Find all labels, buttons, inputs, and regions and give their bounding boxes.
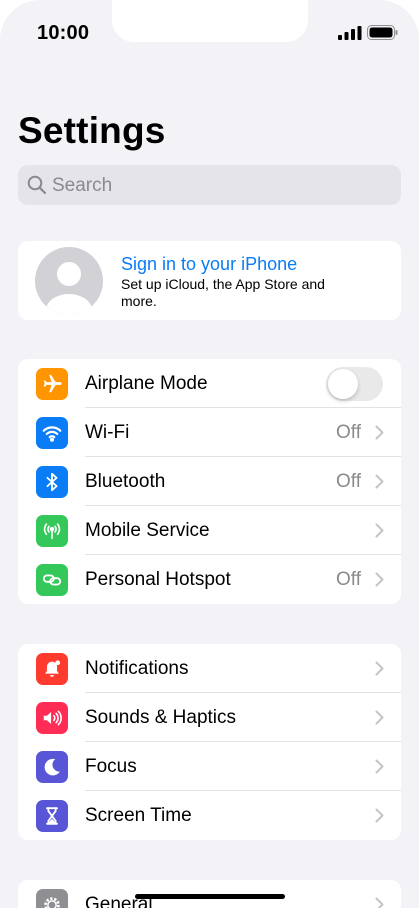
settings-screen: 10:00 Settings Search Sign in to your iP… <box>0 0 419 908</box>
home-indicator <box>135 894 285 899</box>
chevron-right-icon <box>375 661 384 676</box>
hourglass-icon <box>36 800 68 832</box>
avatar <box>35 247 103 315</box>
row-label: Sounds & Haptics <box>85 707 237 728</box>
settings-row-screen-time[interactable]: Screen Time <box>18 791 401 840</box>
notch <box>112 0 308 42</box>
settings-row-personal-hotspot[interactable]: Personal Hotspot Off <box>18 555 401 604</box>
row-value: Off <box>336 422 361 443</box>
settings-row-mobile-service[interactable]: Mobile Service <box>18 506 401 555</box>
row-value: Off <box>336 471 361 492</box>
search-icon <box>27 175 47 195</box>
settings-row-wifi[interactable]: Wi-Fi Off <box>18 408 401 457</box>
moon-icon <box>36 751 68 783</box>
speaker-icon <box>36 702 68 734</box>
row-value: Off <box>336 569 361 590</box>
toggle-knob <box>328 369 358 399</box>
row-label: Personal Hotspot <box>85 569 231 590</box>
connectivity-group: Airplane Mode Wi-Fi Off Bluetooth Off Mo… <box>18 359 401 604</box>
search-field[interactable]: Search <box>18 165 401 205</box>
link-icon <box>36 564 68 596</box>
status-time: 10:00 <box>37 22 90 44</box>
chevron-right-icon <box>375 572 384 587</box>
settings-row-bluetooth[interactable]: Bluetooth Off <box>18 457 401 506</box>
row-label: Focus <box>85 756 137 777</box>
chevron-right-icon <box>375 425 384 440</box>
settings-row-airplane-mode[interactable]: Airplane Mode <box>18 359 401 408</box>
search-placeholder: Search <box>52 175 113 196</box>
chevron-right-icon <box>375 474 384 489</box>
gear-icon <box>36 889 68 908</box>
notifications-group: Notifications Sounds & Haptics Focus Scr… <box>18 644 401 840</box>
airplane-mode-toggle[interactable] <box>326 367 383 401</box>
row-label: Wi-Fi <box>85 422 130 443</box>
chevron-right-icon <box>375 710 384 725</box>
chevron-right-icon <box>375 759 384 774</box>
airplane-icon <box>36 368 68 400</box>
row-label: Mobile Service <box>85 520 210 541</box>
bell-icon <box>36 653 68 685</box>
row-label: Screen Time <box>85 805 192 826</box>
antenna-icon <box>36 515 68 547</box>
settings-row-sounds-haptics[interactable]: Sounds & Haptics <box>18 693 401 742</box>
row-label: Bluetooth <box>85 471 166 492</box>
apple-account-card[interactable]: Sign in to your iPhone Set up iCloud, th… <box>18 241 401 320</box>
bluetooth-icon <box>36 466 68 498</box>
chevron-right-icon <box>375 897 384 908</box>
profile-subtitle: Set up iCloud, the App Store and more. <box>121 276 325 309</box>
row-label: Notifications <box>85 658 189 679</box>
settings-row-focus[interactable]: Focus <box>18 742 401 791</box>
chevron-right-icon <box>375 808 384 823</box>
battery-icon <box>367 25 398 40</box>
settings-row-notifications[interactable]: Notifications <box>18 644 401 693</box>
page-title: Settings <box>18 110 166 151</box>
chevron-right-icon <box>375 523 384 538</box>
wifi-icon <box>36 417 68 449</box>
cellular-signal-icon <box>338 26 362 40</box>
row-label: Airplane Mode <box>85 373 208 394</box>
profile-title: Sign in to your iPhone <box>121 254 298 274</box>
